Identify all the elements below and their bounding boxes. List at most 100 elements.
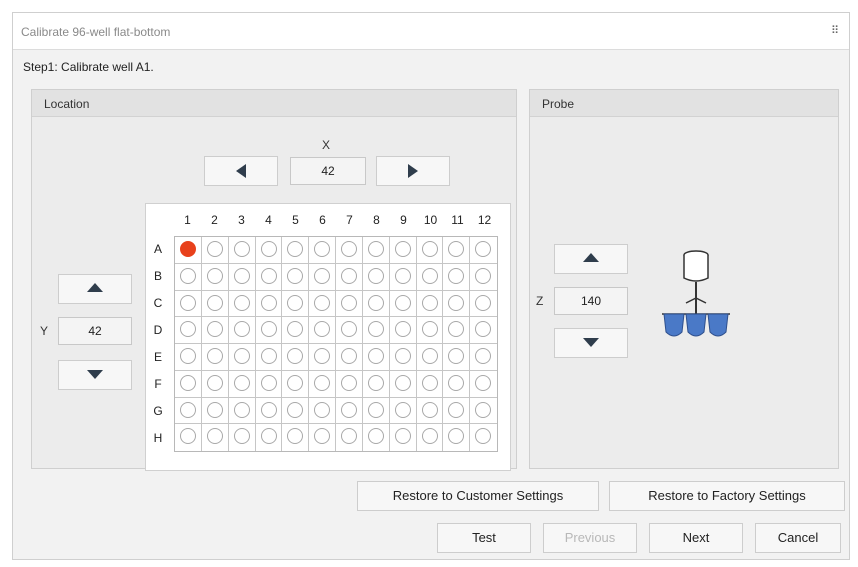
well-G11[interactable] — [448, 401, 465, 418]
well-G2[interactable] — [206, 401, 223, 418]
well-H8[interactable] — [367, 428, 384, 445]
well-D1[interactable] — [180, 321, 196, 338]
x-value-field[interactable]: 42 — [290, 157, 366, 185]
well-E7[interactable] — [341, 348, 357, 364]
well-D10[interactable] — [421, 321, 438, 338]
restore-customer-settings-button[interactable]: Restore to Customer Settings — [357, 481, 599, 511]
well-G10[interactable] — [421, 401, 438, 418]
well-E12[interactable] — [475, 348, 492, 364]
well-G8[interactable] — [367, 401, 384, 418]
well-D11[interactable] — [448, 321, 465, 338]
y-decrease-button[interactable] — [58, 274, 132, 304]
well-B3[interactable] — [233, 267, 250, 284]
well-H12[interactable] — [475, 428, 492, 445]
well-C10[interactable] — [421, 294, 438, 311]
well-G12[interactable] — [475, 401, 492, 418]
well-F6[interactable] — [314, 374, 331, 391]
well-F5[interactable] — [287, 374, 304, 391]
well-C3[interactable] — [233, 294, 250, 311]
test-button[interactable]: Test — [437, 523, 531, 553]
z-value-field[interactable]: 140 — [554, 287, 628, 315]
well-F12[interactable] — [475, 374, 492, 391]
well-B7[interactable] — [341, 267, 357, 284]
well-E11[interactable] — [448, 348, 465, 364]
well-H10[interactable] — [421, 428, 438, 445]
well-C7[interactable] — [341, 294, 357, 311]
well-B6[interactable] — [314, 267, 331, 284]
well-D4[interactable] — [260, 321, 277, 338]
well-H5[interactable] — [287, 428, 304, 445]
well-B4[interactable] — [260, 267, 277, 284]
well-A2[interactable] — [206, 241, 223, 257]
well-A9[interactable] — [394, 241, 411, 257]
cancel-button[interactable]: Cancel — [755, 523, 841, 553]
well-A6[interactable] — [314, 241, 331, 257]
close-icon[interactable]: ⠿ — [827, 23, 843, 39]
well-F4[interactable] — [260, 374, 277, 391]
well-D3[interactable] — [233, 321, 250, 338]
well-H4[interactable] — [260, 428, 277, 445]
well-A3[interactable] — [233, 241, 250, 257]
well-G4[interactable] — [260, 401, 277, 418]
well-E3[interactable] — [233, 348, 250, 364]
well-F11[interactable] — [448, 374, 465, 391]
well-H3[interactable] — [233, 428, 250, 445]
well-A4[interactable] — [260, 241, 277, 257]
previous-button[interactable]: Previous — [543, 523, 637, 553]
well-G7[interactable] — [341, 401, 357, 418]
well-D12[interactable] — [475, 321, 492, 338]
well-C12[interactable] — [475, 294, 492, 311]
well-C5[interactable] — [287, 294, 304, 311]
well-E2[interactable] — [206, 348, 223, 364]
well-H7[interactable] — [341, 428, 357, 445]
well-E6[interactable] — [314, 348, 331, 364]
well-A5[interactable] — [287, 241, 304, 257]
well-D2[interactable] — [206, 321, 223, 338]
z-up-button[interactable] — [554, 244, 628, 274]
well-E9[interactable] — [394, 348, 411, 364]
well-C1[interactable] — [180, 294, 196, 311]
well-H11[interactable] — [448, 428, 465, 445]
well-D6[interactable] — [314, 321, 331, 338]
well-E8[interactable] — [367, 348, 384, 364]
well-C2[interactable] — [206, 294, 223, 311]
well-B10[interactable] — [421, 267, 438, 284]
well-F10[interactable] — [421, 374, 438, 391]
x-increase-button[interactable] — [376, 156, 450, 186]
well-E10[interactable] — [421, 348, 438, 364]
well-G3[interactable] — [233, 401, 250, 418]
z-down-button[interactable] — [554, 328, 628, 358]
well-C8[interactable] — [367, 294, 384, 311]
well-F3[interactable] — [233, 374, 250, 391]
well-B8[interactable] — [367, 267, 384, 284]
y-value-field[interactable]: 42 — [58, 317, 132, 345]
well-A7[interactable] — [341, 241, 357, 257]
well-D5[interactable] — [287, 321, 304, 338]
restore-factory-settings-button[interactable]: Restore to Factory Settings — [609, 481, 845, 511]
well-E5[interactable] — [287, 348, 304, 364]
well-G1[interactable] — [180, 401, 196, 418]
next-button[interactable]: Next — [649, 523, 743, 553]
well-A1[interactable] — [180, 241, 196, 257]
well-H6[interactable] — [314, 428, 331, 445]
well-F7[interactable] — [341, 374, 357, 391]
x-decrease-button[interactable] — [204, 156, 278, 186]
well-C9[interactable] — [394, 294, 411, 311]
well-F8[interactable] — [367, 374, 384, 391]
well-E1[interactable] — [180, 348, 196, 364]
well-B12[interactable] — [475, 267, 492, 284]
well-G6[interactable] — [314, 401, 331, 418]
well-D9[interactable] — [394, 321, 411, 338]
well-G5[interactable] — [287, 401, 304, 418]
well-H1[interactable] — [180, 428, 196, 445]
well-F1[interactable] — [180, 374, 196, 391]
well-A11[interactable] — [448, 241, 465, 257]
y-increase-button[interactable] — [58, 360, 132, 390]
well-H9[interactable] — [394, 428, 411, 445]
well-C6[interactable] — [314, 294, 331, 311]
well-A8[interactable] — [367, 241, 384, 257]
well-A12[interactable] — [475, 241, 492, 257]
well-F2[interactable] — [206, 374, 223, 391]
well-D8[interactable] — [367, 321, 384, 338]
well-B9[interactable] — [394, 267, 411, 284]
